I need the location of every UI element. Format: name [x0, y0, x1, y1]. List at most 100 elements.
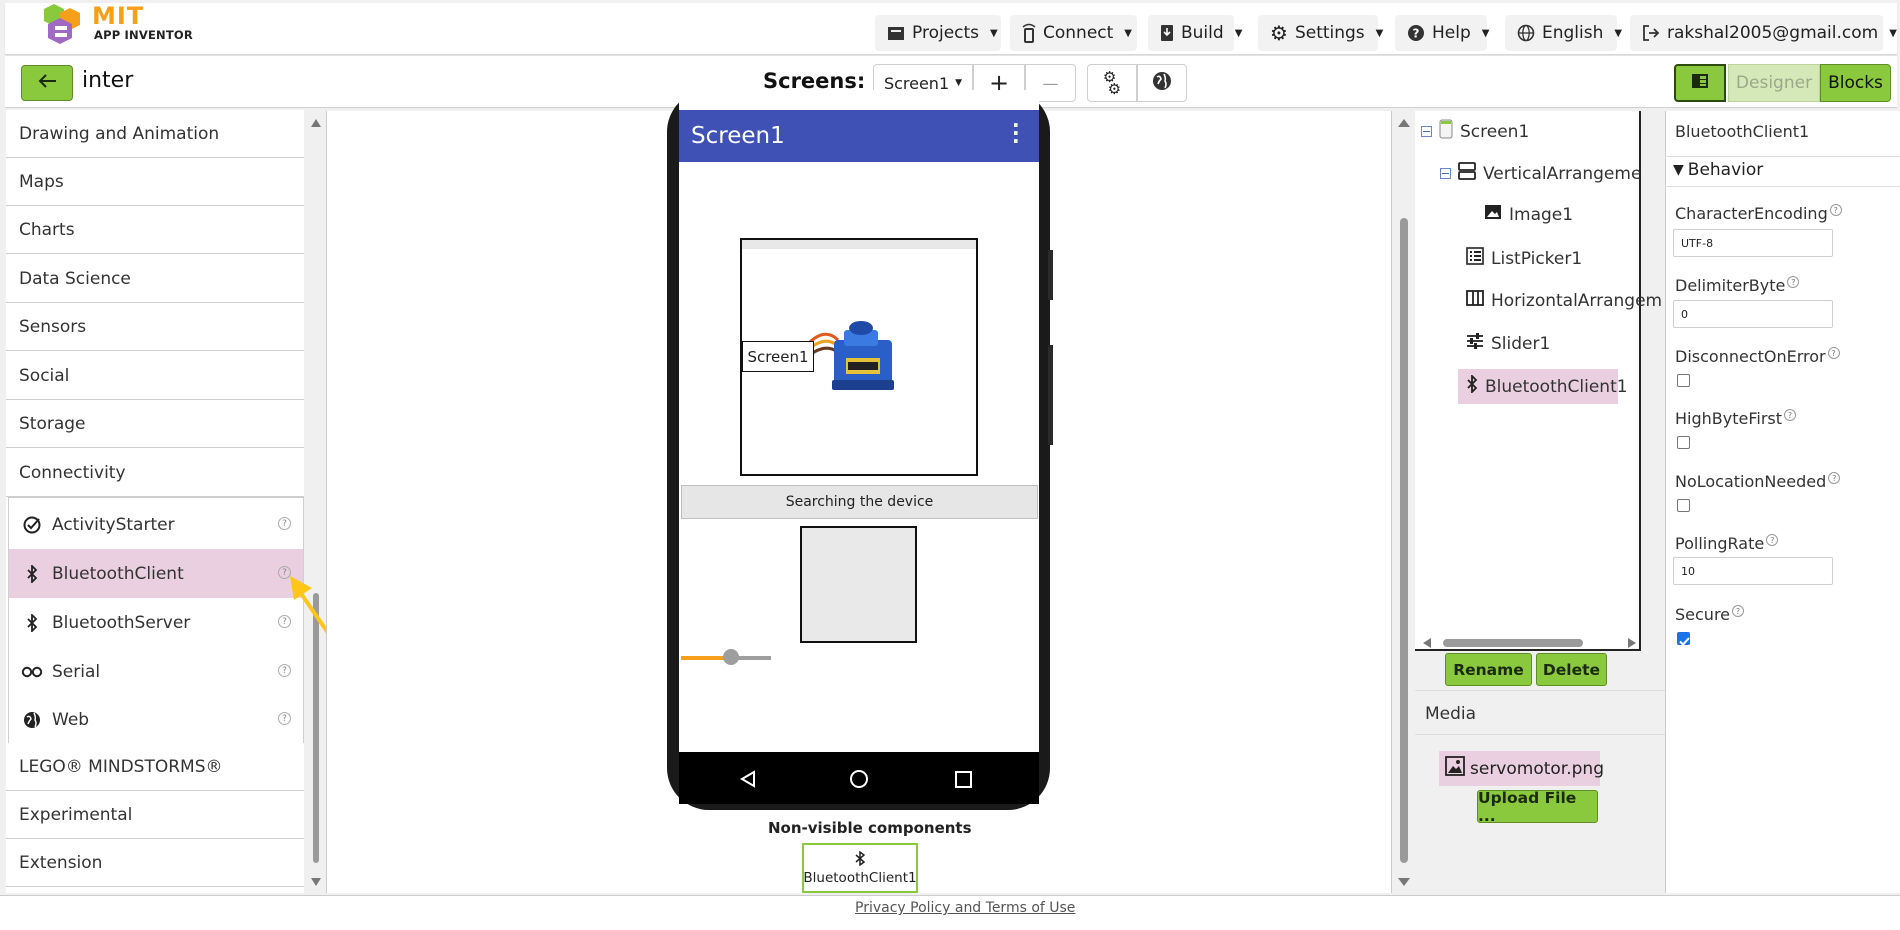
prop-characterencoding: CharacterEncoding?	[1675, 204, 1842, 223]
back-button[interactable]	[21, 65, 73, 101]
menu-build-label: Build	[1181, 23, 1224, 43]
viewer-scrollbar[interactable]	[1398, 118, 1410, 888]
behavior-section-label: Behavior	[1687, 160, 1764, 180]
chevron-down-icon: ▼	[1375, 27, 1384, 39]
palette-item-label: BluetoothClient	[52, 563, 184, 584]
palette-item-web[interactable]: Web ?	[9, 695, 303, 744]
phone-side-button	[1048, 345, 1053, 445]
globe-icon	[1152, 71, 1172, 95]
disconnectonerror-checkbox[interactable]	[1677, 374, 1690, 387]
android-nav-bar	[679, 752, 1039, 804]
highbytefirst-checkbox[interactable]	[1677, 436, 1690, 449]
secure-checkbox[interactable]	[1677, 632, 1690, 646]
tree-item-image1[interactable]: Image1	[1484, 204, 1573, 225]
prop-label: DelimiterByte	[1675, 276, 1786, 295]
slider-icon	[1466, 333, 1484, 354]
tree-item-verticalarrangement1[interactable]: − VerticalArrangeme	[1440, 162, 1641, 185]
palette-category-drawing-animation[interactable]: Drawing and Animation	[6, 110, 304, 158]
palette-scrollbar[interactable]	[311, 118, 321, 888]
palette-category-extension[interactable]: Extension	[6, 839, 304, 887]
chevron-down-icon: ▼	[990, 27, 998, 39]
palette-category-social[interactable]: Social	[6, 352, 304, 400]
palette-category-connectivity[interactable]: Connectivity	[6, 449, 304, 497]
screen-title-bar: Screen1	[679, 110, 1039, 162]
bluetooth-icon	[12, 613, 52, 632]
palette-category-data-science[interactable]: Data Science	[6, 255, 304, 303]
non-visible-bluetoothclient1[interactable]: BluetoothClient1	[802, 843, 918, 893]
menu-account-label: rakshal2005@gmail.com	[1667, 23, 1879, 43]
palette-item-activitystarter[interactable]: ActivityStarter ?	[9, 500, 303, 549]
palette-item-bluetoothclient[interactable]: BluetoothClient ?	[9, 549, 303, 598]
menu-connect[interactable]: Connect ▼	[1010, 15, 1137, 51]
help-icon[interactable]: ?	[1784, 409, 1797, 422]
slider-thumb[interactable]	[723, 649, 739, 665]
delimiterbyte-input[interactable]: 0	[1673, 300, 1833, 328]
overflow-menu-icon: ...	[1012, 108, 1020, 148]
screen-title: Screen1	[691, 123, 785, 149]
logo-mit-text: MIT	[92, 2, 145, 30]
prop-delimiterbyte: DelimiterByte?	[1675, 276, 1800, 295]
help-icon[interactable]: ?	[1787, 276, 1800, 289]
menu-projects[interactable]: Projects ▼	[875, 15, 1001, 51]
palette-category-charts[interactable]: Charts	[6, 206, 304, 254]
help-icon[interactable]: ?	[1827, 347, 1840, 360]
gears-icon: ⚙ ⚙	[1102, 68, 1122, 98]
listpicker1-component[interactable]: Searching the device	[681, 485, 1038, 519]
nolocationneeded-checkbox[interactable]	[1677, 499, 1690, 512]
app-inventor-logo-icon	[40, 2, 86, 46]
rename-button[interactable]: Rename	[1445, 653, 1532, 686]
toggle-panel-button[interactable]	[1674, 64, 1726, 102]
delete-button[interactable]: Delete	[1536, 653, 1607, 686]
palette-category-maps[interactable]: Maps	[6, 158, 304, 206]
help-icon[interactable]: ?	[1766, 534, 1779, 547]
prop-disconnectonerror: DisconnectOnError?	[1675, 347, 1840, 366]
media-file-label: servomotor.png	[1470, 758, 1604, 779]
checkmark-icon	[1679, 637, 1690, 646]
menu-account[interactable]: rakshal2005@gmail.com ▼	[1630, 15, 1897, 51]
palette-item-serial[interactable]: Serial ?	[9, 647, 303, 696]
blocks-tab[interactable]: Blocks	[1820, 64, 1891, 102]
palette-item-bluetoothserver[interactable]: BluetoothServer ?	[9, 598, 303, 647]
help-icon[interactable]: ?	[278, 517, 291, 530]
chevron-down-icon: ▼	[1124, 27, 1132, 39]
palette-category-sensors[interactable]: Sensors	[6, 303, 304, 351]
preview-globe-button[interactable]	[1137, 64, 1187, 102]
media-file-servomotor[interactable]: servomotor.png	[1439, 751, 1604, 786]
project-properties-button[interactable]: ⚙ ⚙	[1087, 64, 1137, 102]
build-icon	[1160, 24, 1174, 42]
tree-item-horizontalarrangement1[interactable]: HorizontalArrangem	[1466, 290, 1662, 311]
palette-item-label: Serial	[52, 661, 101, 682]
pollingrate-input[interactable]: 10	[1673, 557, 1833, 585]
horizontalarrangement1-component[interactable]	[800, 526, 917, 643]
help-icon[interactable]: ?	[1732, 605, 1745, 618]
tree-item-screen1[interactable]: − Screen1	[1421, 119, 1529, 144]
designer-tab[interactable]: Designer	[1728, 64, 1820, 102]
collapse-icon[interactable]: −	[1421, 126, 1432, 137]
menu-build[interactable]: Build ▼	[1148, 15, 1242, 51]
behavior-section-header[interactable]: ▼ Behavior	[1673, 160, 1763, 180]
help-icon[interactable]: ?	[1828, 472, 1841, 485]
tree-item-slider1[interactable]: Slider1	[1466, 333, 1550, 354]
divider	[1415, 734, 1665, 735]
help-icon[interactable]: ?	[1829, 204, 1842, 217]
prop-nolocationneeded: NoLocationNeeded?	[1675, 472, 1841, 491]
slider1-component[interactable]	[681, 649, 771, 665]
menu-language[interactable]: English ▼	[1505, 15, 1622, 51]
tree-horizontal-scrollbar[interactable]	[1423, 634, 1636, 648]
privacy-policy-link[interactable]: Privacy Policy and Terms of Use	[855, 900, 1075, 916]
palette-category-lego[interactable]: LEGO® MINDSTORMS®	[6, 743, 304, 791]
menu-settings[interactable]: ⚙ Settings ▼	[1258, 15, 1383, 51]
palette-category-experimental[interactable]: Experimental	[6, 791, 304, 839]
upload-file-button[interactable]: Upload File ...	[1477, 789, 1598, 825]
menu-help[interactable]: ? Help ▼	[1395, 15, 1489, 51]
collapse-icon[interactable]: −	[1440, 168, 1451, 179]
screen-icon	[1439, 119, 1453, 144]
characterencoding-input[interactable]: UTF-8	[1673, 229, 1833, 257]
arrow-left-icon	[37, 73, 57, 93]
tree-item-listpicker1[interactable]: ListPicker1	[1466, 247, 1582, 270]
tree-item-label: Slider1	[1491, 333, 1551, 354]
palette-category-storage[interactable]: Storage	[6, 400, 304, 448]
prop-label: PollingRate	[1675, 534, 1765, 553]
tree-item-bluetoothclient1[interactable]: BluetoothClient1	[1458, 369, 1628, 404]
globe-icon	[1517, 24, 1535, 42]
